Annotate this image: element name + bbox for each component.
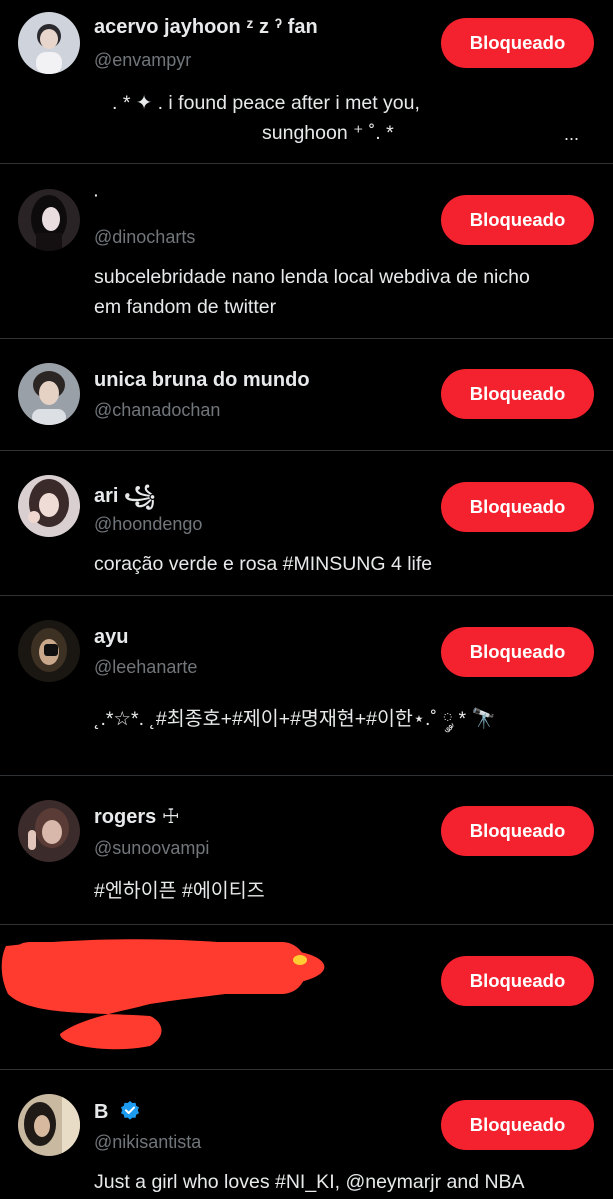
truncation-ellipsis: ... [563, 124, 579, 144]
user-row-nikisantista[interactable]: B @nikisantista Just a girl who loves #N… [0, 1069, 613, 1199]
avatar[interactable] [18, 800, 80, 862]
avatar[interactable] [18, 12, 80, 74]
avatar[interactable] [18, 1094, 80, 1156]
username[interactable]: @sunoovampi [94, 838, 209, 859]
avatar[interactable] [18, 620, 80, 682]
verified-badge-icon [120, 1100, 140, 1126]
blocked-button[interactable]: Bloqueado [441, 195, 594, 245]
username[interactable]: @envampyr [94, 50, 191, 71]
user-row-sunoovampi[interactable]: rogers ☩ @sunoovampi #엔하이픈 #에이티즈 Bloquea… [0, 775, 613, 925]
blocked-button[interactable]: Bloqueado [441, 627, 594, 677]
display-name[interactable]: B [94, 1100, 140, 1126]
username[interactable]: @hoondengo [94, 514, 202, 535]
bio: ˛.*☆*. ˛#최종호+#제이+#명재현+#이한⋆.˚ ༘ * 🔭 [94, 704, 604, 734]
username[interactable]: @nikisantista [94, 1132, 201, 1153]
bio: coração verde e rosa #MINSUNG 4 life [94, 549, 604, 579]
blocked-button[interactable]: Bloqueado [441, 956, 594, 1006]
blocked-button[interactable]: Bloqueado [441, 482, 594, 532]
bio-line: subcelebridade nano lenda local webdiva … [94, 266, 530, 288]
user-row-hoondengo[interactable]: ari ꧁ @hoondengo coração verde e rosa #M… [0, 450, 613, 596]
display-name[interactable]: ayu [94, 626, 128, 649]
bio-line: sunghoon ⁺ ˚. * [262, 122, 394, 144]
user-row-chanadochan[interactable]: unica bruna do mundo @chanadochan Bloque… [0, 338, 613, 451]
avatar[interactable] [18, 475, 80, 537]
bio: Just a girl who loves #NI_KI, @neymarjr … [94, 1167, 604, 1197]
display-name[interactable]: · [94, 187, 99, 203]
user-row-dinocharts[interactable]: · @dinocharts subcelebridade nano lenda … [0, 163, 613, 339]
bio-line: coração verde e rosa #MINSUNG 4 life [94, 553, 433, 575]
bio-line: . * ✦ . i found peace after i met you, [112, 92, 420, 114]
username[interactable]: @leehanarte [94, 657, 197, 678]
username[interactable]: @dinocharts [94, 227, 195, 248]
username[interactable]: @chanadochan [94, 400, 220, 421]
blocked-button[interactable]: Bloqueado [441, 1100, 594, 1150]
blocked-button[interactable]: Bloqueado [441, 369, 594, 419]
display-name[interactable]: acervo jayhoon ᶻ z ˀ fan [94, 16, 318, 39]
bio-line: em fandom de twitter [94, 296, 277, 318]
display-name[interactable]: unica bruna do mundo [94, 369, 310, 392]
bio-line: #엔하이픈 #에이티즈 [94, 880, 265, 902]
bio: #엔하이픈 #에이티즈 [94, 876, 604, 906]
blocked-button[interactable]: Bloqueado [441, 806, 594, 856]
avatar[interactable] [18, 363, 80, 425]
bio: . * ✦ . i found peace after i met you, s… [94, 88, 574, 148]
user-row-leehanarte[interactable]: ayu @leehanarte ˛.*☆*. ˛#최종호+#제이+#명재현+#이… [0, 595, 613, 776]
avatar[interactable] [18, 189, 80, 251]
bio-line: ˛.*☆*. ˛#최종호+#제이+#명재현+#이한⋆.˚ ༘ * 🔭 [94, 708, 496, 730]
display-name-text: B [94, 1101, 109, 1123]
user-row-redacted[interactable]: Bloqueado [0, 924, 613, 1070]
user-row-envampyr[interactable]: acervo jayhoon ᶻ z ˀ fan @envampyr . * ✦… [0, 0, 613, 164]
blocked-button[interactable]: Bloqueado [441, 18, 594, 68]
bio: subcelebridade nano lenda local webdiva … [94, 262, 604, 322]
bio-line: Just a girl who loves #NI_KI, @neymarjr … [94, 1171, 525, 1193]
display-name[interactable]: rogers ☩ [94, 804, 180, 829]
